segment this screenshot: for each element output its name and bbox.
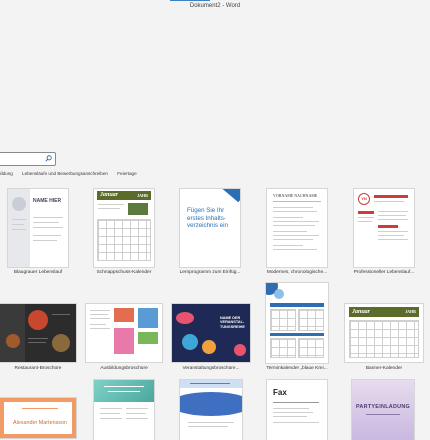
template-label: Banner-Kalender bbox=[365, 366, 403, 371]
category-link[interactable]: Feiertage bbox=[117, 171, 136, 176]
template-thumbnail[interactable]: Januar JAHR bbox=[94, 189, 154, 267]
template-thumbnail[interactable]: Fügen Sie Ihr erstes Inhalts-verzeichnis… bbox=[180, 189, 240, 267]
template-label: Modernes, chronologische... bbox=[266, 270, 328, 275]
thumb-heading: NAME DER VERANSTAL-TUNGSREIHE bbox=[220, 316, 245, 329]
template-label: Ausbildungsbroschüre bbox=[100, 366, 148, 371]
template-label: Schnappschuss-Kalender bbox=[96, 270, 152, 275]
template-thumbnail[interactable]: NAME DER VERANSTAL-TUNGSREIHE bbox=[172, 304, 250, 362]
template-thumbnail[interactable]: NAME HIER bbox=[8, 189, 68, 267]
template-thumbnail[interactable]: YN bbox=[354, 189, 414, 267]
template-thumbnail[interactable] bbox=[180, 380, 242, 440]
template-thumbnail[interactable] bbox=[94, 380, 154, 440]
thumb-month: Januar JAHR bbox=[349, 307, 419, 317]
template-label: Lernprogramm zum Einfüg... bbox=[179, 270, 241, 275]
thumb-heading: PARTYEINLADUNG bbox=[355, 404, 411, 410]
template-label: Professioneller Lebenslauf... bbox=[353, 270, 415, 275]
thumb-name-text: Alexander Martensson bbox=[13, 420, 67, 426]
thumb-month: Januar JAHR bbox=[97, 191, 151, 200]
template-label: Blaugrauer Lebenslauf bbox=[13, 270, 63, 275]
template-thumbnail[interactable] bbox=[266, 283, 328, 363]
template-thumbnail[interactable]: Fax bbox=[267, 380, 327, 440]
template-thumbnail[interactable]: Januar JAHR bbox=[345, 304, 423, 362]
template-label: Terminkalender „blaue Krei... bbox=[266, 366, 328, 371]
template-thumbnail[interactable]: PARTYEINLADUNG bbox=[352, 380, 414, 440]
template-thumbnail[interactable] bbox=[86, 304, 162, 362]
template-label: Restaurant-Broschüre bbox=[14, 366, 62, 371]
template-search-input[interactable] bbox=[0, 152, 56, 166]
thumb-name-text: VORNAME NACHNAME bbox=[273, 193, 318, 198]
template-thumbnail[interactable] bbox=[0, 304, 76, 362]
template-thumbnail[interactable]: Alexander Martensson bbox=[0, 398, 76, 438]
thumb-name-text: NAME HIER bbox=[33, 198, 62, 204]
thumb-heading: Fax bbox=[273, 388, 287, 397]
suggested-searches: bildung Lebensläufe und Bewerbungsanschr… bbox=[0, 169, 145, 179]
search-icon[interactable] bbox=[45, 155, 52, 162]
template-thumbnail[interactable]: VORNAME NACHNAME bbox=[267, 189, 327, 267]
template-label: Veranstaltungsbroschüre... bbox=[182, 366, 240, 371]
category-link[interactable]: Lebensläufe und Bewerbungsanschreiben bbox=[22, 171, 108, 176]
window-title: Dokument2 - Word bbox=[189, 3, 241, 9]
thumb-initials: YN bbox=[361, 196, 367, 201]
category-link[interactable]: bildung bbox=[0, 171, 13, 176]
thumb-heading: Fügen Sie Ihr erstes Inhalts-verzeichnis… bbox=[187, 207, 228, 229]
